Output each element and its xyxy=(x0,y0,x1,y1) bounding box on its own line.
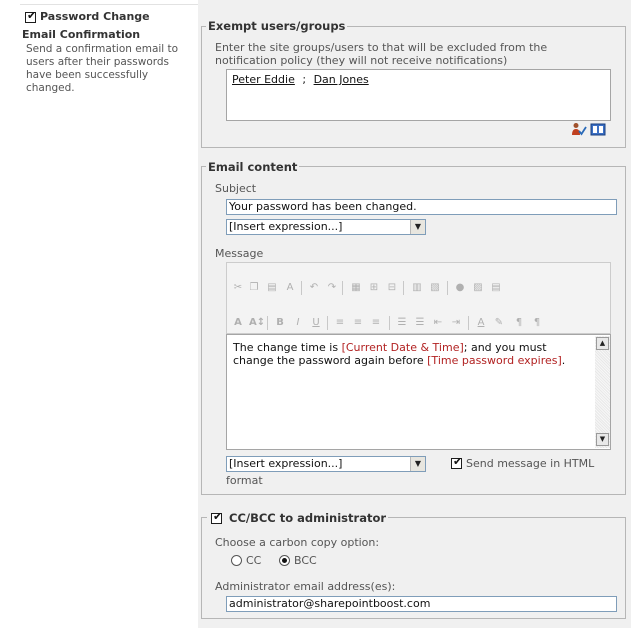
bold-icon[interactable]: B xyxy=(273,316,287,330)
html-format-label-continued: format xyxy=(226,474,263,487)
highlight-icon[interactable]: ✎ xyxy=(492,316,506,330)
carbon-copy-label: Choose a carbon copy option: xyxy=(215,536,380,549)
insert-column-icon[interactable]: ⊟ xyxy=(385,281,399,295)
cc-radio[interactable] xyxy=(231,555,242,566)
underline-icon[interactable]: U xyxy=(309,316,323,330)
section-subtitle: Email Confirmation xyxy=(22,28,141,41)
exempt-users-legend: Exempt users/groups xyxy=(206,19,348,33)
link-icon[interactable]: ● xyxy=(453,281,467,295)
chevron-down-icon[interactable]: ▼ xyxy=(410,220,425,234)
toolbar-separator xyxy=(301,281,302,295)
rtl-icon[interactable]: ¶ xyxy=(530,316,544,330)
html-source-icon[interactable]: ▤ xyxy=(489,281,503,295)
select-value: [Insert expression...] xyxy=(229,457,343,470)
description-line: Send a confirmation email to xyxy=(26,43,179,55)
subject-insert-expression-select[interactable]: [Insert expression...] ▼ xyxy=(226,219,426,235)
scroll-up-icon[interactable]: ▲ xyxy=(596,337,609,350)
select-value: [Insert expression...] xyxy=(229,220,343,233)
left-column: ✔ Password Change Email Confirmation Sen… xyxy=(0,0,198,628)
insert-row-icon[interactable]: ⊞ xyxy=(367,281,381,295)
address-book-icon[interactable] xyxy=(590,123,606,136)
cut-icon[interactable]: ✂ xyxy=(231,281,245,295)
exempt-users-instructions: Enter the site groups/users to that will… xyxy=(215,41,547,67)
toolbar-separator xyxy=(267,316,268,330)
rich-text-toolbar: ✂ ❐ ▤ A ↶ ↷ ▦ ⊞ ⊟ ▥ ▧ ● ▨ ▤ A A↕ B I U ≡… xyxy=(226,262,611,334)
message-editor[interactable]: The change time is [Current Date & Time]… xyxy=(226,334,611,450)
html-format-checkbox[interactable]: ✔ xyxy=(451,456,462,469)
section-description: Send a confirmation email to users after… xyxy=(26,43,178,95)
message-text: change the password again before xyxy=(233,354,428,367)
user-separator: ; xyxy=(302,73,307,86)
increase-indent-icon[interactable]: ⇥ xyxy=(449,316,463,330)
bcc-radio[interactable] xyxy=(279,555,290,566)
message-text: ; and you must xyxy=(463,341,547,354)
numbered-list-icon[interactable]: ☰ xyxy=(395,316,409,330)
expression-token: [Current Date & Time] xyxy=(341,341,464,354)
description-line: changed. xyxy=(26,82,75,94)
password-change-checkbox[interactable]: ✔ xyxy=(25,10,36,23)
split-icon[interactable]: ▧ xyxy=(428,281,442,295)
align-left-icon[interactable]: ≡ xyxy=(333,316,347,330)
copy-icon[interactable]: ❐ xyxy=(247,281,261,295)
message-scrollbar[interactable]: ▲ ▼ xyxy=(595,336,610,448)
message-label: Message xyxy=(215,247,264,260)
merge-icon[interactable]: ▥ xyxy=(410,281,424,295)
format-painter-icon[interactable]: A xyxy=(283,281,297,295)
decrease-indent-icon[interactable]: ⇤ xyxy=(431,316,445,330)
toolbar-separator xyxy=(468,316,469,330)
user-dan-jones[interactable]: Dan Jones xyxy=(314,73,369,86)
chevron-down-icon[interactable]: ▼ xyxy=(410,457,425,471)
check-names-icon[interactable] xyxy=(571,122,587,136)
toolbar-separator xyxy=(447,281,448,295)
paste-icon[interactable]: ▤ xyxy=(265,281,279,295)
image-icon[interactable]: ▨ xyxy=(471,281,485,295)
toolbar-separator xyxy=(403,281,404,295)
toolbar-separator xyxy=(342,281,343,295)
admin-email-input[interactable]: administrator@sharepointboost.com xyxy=(226,596,617,612)
people-picker-input[interactable]: Peter Eddie ; Dan Jones xyxy=(226,69,611,121)
section-title: Password Change xyxy=(40,10,150,23)
user-peter-eddie[interactable]: Peter Eddie xyxy=(232,73,295,86)
instruction-line: Enter the site groups/users to that will… xyxy=(215,41,548,54)
admin-email-label: Administrator email address(es): xyxy=(215,580,396,593)
description-line: have been successfully xyxy=(26,69,149,81)
align-right-icon[interactable]: ≡ xyxy=(369,316,383,330)
subject-input[interactable]: Your password has been changed. xyxy=(226,199,617,215)
toolbar-separator xyxy=(327,316,328,330)
subject-label: Subject xyxy=(215,182,257,195)
font-icon[interactable]: A xyxy=(231,316,245,330)
italic-icon[interactable]: I xyxy=(291,316,305,330)
toolbar-separator xyxy=(389,316,390,330)
instruction-line: notification policy (they will not recei… xyxy=(215,54,508,67)
cc-label: CC xyxy=(246,554,262,567)
align-center-icon[interactable]: ≡ xyxy=(351,316,365,330)
ltr-icon[interactable]: ¶ xyxy=(512,316,526,330)
ccbcc-legend: CC/BCC to administrator xyxy=(207,511,389,525)
html-format-label: Send message in HTML xyxy=(466,457,595,470)
bcc-label: BCC xyxy=(294,554,317,567)
message-body: The change time is [Current Date & Time]… xyxy=(233,341,588,367)
undo-icon[interactable]: ↶ xyxy=(307,281,321,295)
scroll-down-icon[interactable]: ▼ xyxy=(596,433,609,446)
message-text: . xyxy=(561,354,566,367)
message-text: The change time is xyxy=(233,341,342,354)
text-color-icon[interactable]: A xyxy=(474,316,488,330)
expression-token: [Time password expires] xyxy=(427,354,562,367)
message-insert-expression-select[interactable]: [Insert expression...] ▼ xyxy=(226,456,426,472)
email-content-legend: Email content xyxy=(206,160,300,174)
redo-icon[interactable]: ↷ xyxy=(325,281,339,295)
divider xyxy=(20,4,198,5)
description-line: users after their passwords xyxy=(26,56,170,68)
bullet-list-icon[interactable]: ☰ xyxy=(413,316,427,330)
ccbcc-checkbox[interactable]: ✔ xyxy=(211,511,222,524)
font-size-icon[interactable]: A↕ xyxy=(249,316,265,330)
table-icon[interactable]: ▦ xyxy=(349,281,363,295)
